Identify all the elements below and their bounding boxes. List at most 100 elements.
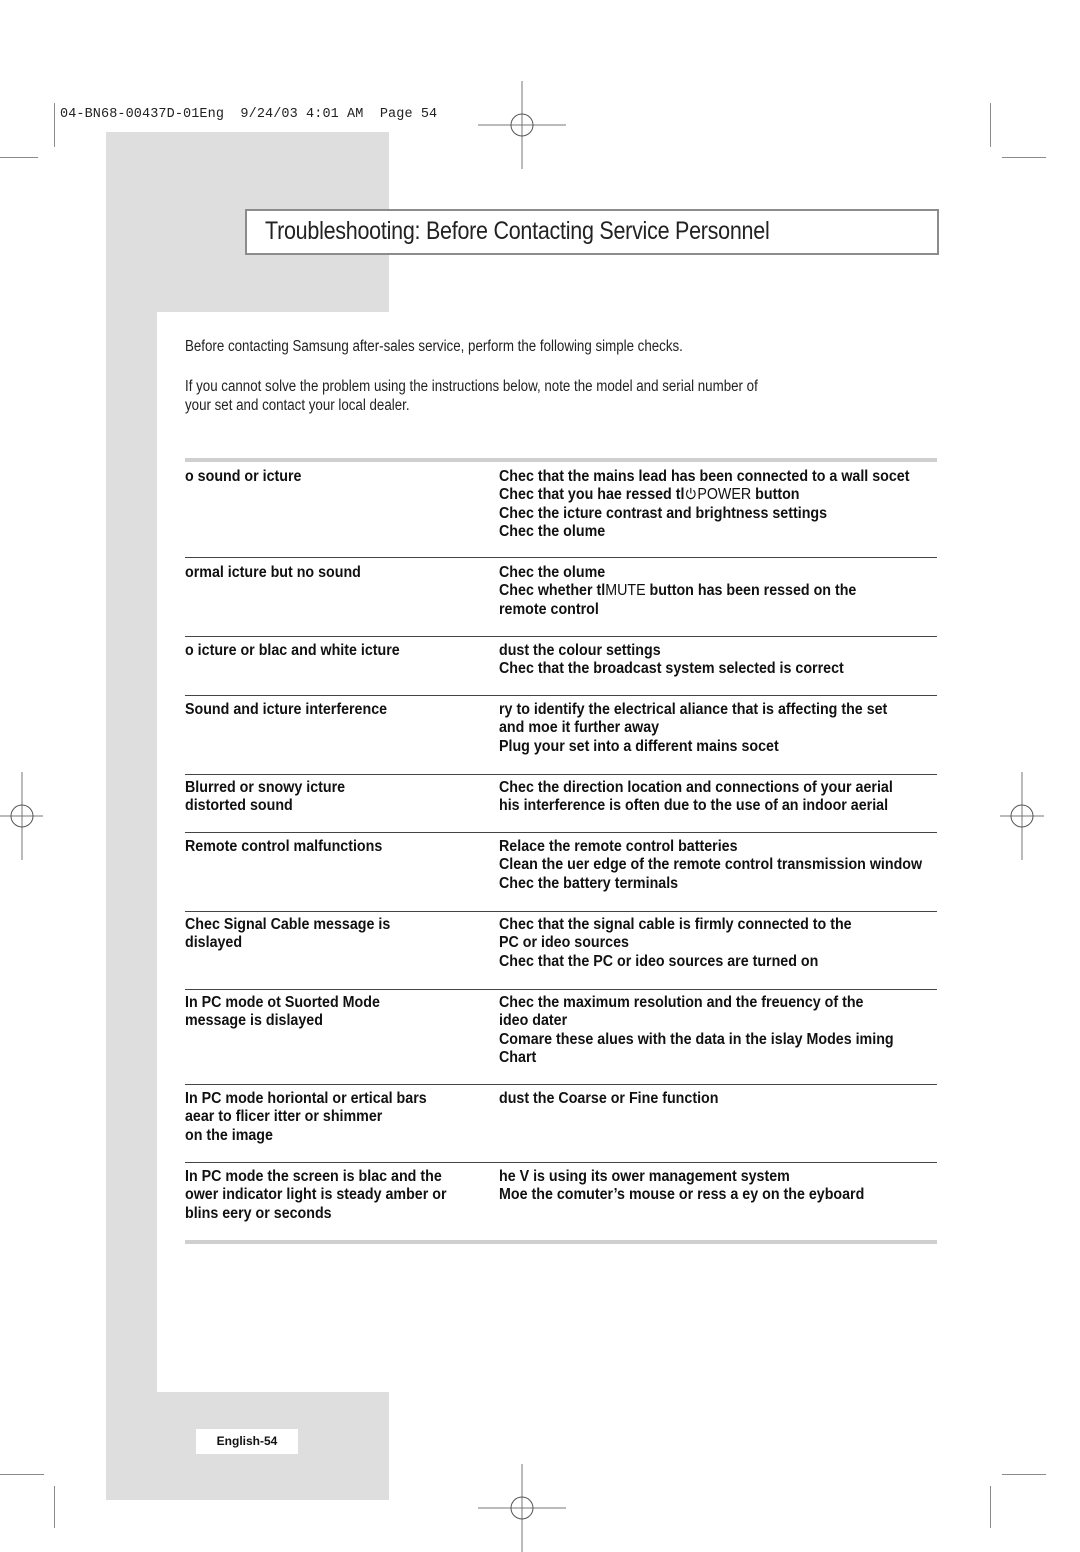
problem-cell: In PC mode horiontal or ertical bars aear…	[185, 1090, 427, 1145]
table-bottom-rule	[185, 1240, 937, 1244]
solution-text: Chec the olume	[499, 522, 606, 540]
solution-text: Chec that the PC or ideo sources are tur…	[499, 952, 819, 970]
problem-text: In PC mode the screen is blac and the	[185, 1168, 442, 1185]
intro-paragraph-2-line-2: your set and contact your local dealer.	[185, 397, 410, 414]
row-divider	[185, 832, 937, 833]
solution-cell: ry to identify the electrical aliance th…	[499, 701, 887, 756]
registration-mark-icon	[0, 772, 43, 860]
table-top-rule	[185, 458, 937, 462]
solution-text: Chec that the broadcast system selected …	[499, 660, 844, 678]
solution-text: Moe the comuter’s mouse or ress a ey on …	[499, 1186, 865, 1204]
problem-text: blins eery or seconds	[185, 1204, 332, 1222]
solution-text: dust the Coarse or Fine function	[499, 1090, 719, 1107]
row-divider	[185, 1084, 937, 1085]
solution-text: Chec the battery terminals	[499, 874, 679, 892]
page-number-label: English-54	[196, 1429, 298, 1454]
page-title-box: Troubleshooting: Before Contacting Servi…	[245, 209, 939, 255]
row-divider	[185, 557, 937, 558]
solution-text: dust the colour settings	[499, 642, 661, 659]
solution-text-part: Chec that you hae ressed tl	[499, 486, 685, 504]
row-divider	[185, 1162, 937, 1163]
solution-text: Relace the remote control batteries	[499, 838, 738, 855]
solution-text: Chec that the mains lead has been connec…	[499, 468, 910, 485]
solution-text: ry to identify the electrical aliance th…	[499, 701, 888, 718]
problem-cell: ormal icture but no sound	[185, 564, 361, 582]
solution-text: Chec the direction location and connecti…	[499, 779, 893, 796]
solution-text: Plug your set into a different mains soc…	[499, 737, 779, 755]
solution-text: Chec the maximum resolution and the freu…	[499, 994, 864, 1011]
crop-mark	[54, 103, 55, 147]
problem-cell: o icture or blac and white icture	[185, 642, 400, 660]
row-divider	[185, 695, 937, 696]
solution-text: Chec whether tlMUTE button has been ress…	[499, 582, 856, 600]
problem-cell: In PC mode the screen is blac and the owe…	[185, 1168, 447, 1223]
problem-text: distorted sound	[185, 797, 293, 815]
problem-text: message is dislayed	[185, 1012, 323, 1030]
button-name-text: POWER	[697, 486, 752, 504]
problem-text: o sound or icture	[185, 468, 302, 485]
crop-mark	[990, 1486, 991, 1528]
solution-text: Clean the uer edge of the remote control…	[499, 856, 923, 874]
problem-text: ower indicator light is steady amber or	[185, 1186, 447, 1204]
power-icon	[684, 487, 696, 500]
crop-mark	[54, 1486, 55, 1528]
problem-text: In PC mode horiontal or ertical bars	[185, 1090, 427, 1107]
solution-text: ideo dater	[499, 1012, 568, 1030]
solution-cell: dust the Coarse or Fine function	[499, 1090, 718, 1108]
solution-cell: Chec that the signal cable is firmly con…	[499, 916, 852, 971]
registration-mark-icon	[478, 1464, 566, 1552]
row-divider	[185, 989, 937, 990]
crop-mark	[1002, 1474, 1046, 1475]
registration-mark-icon	[1000, 772, 1044, 860]
solution-cell: Chec the olume Chec whether tlMUTE button…	[499, 564, 856, 619]
problem-cell: In PC mode ot Suorted Mode message is dis…	[185, 994, 380, 1031]
intro-paragraph-1: Before contacting Samsung after-sales se…	[185, 338, 683, 355]
problem-cell: o sound or icture	[185, 468, 301, 486]
solution-text: remote control	[499, 600, 599, 618]
solution-text-part: button has been ressed on the	[645, 582, 857, 600]
solution-text: Chec the olume	[499, 564, 606, 581]
problem-text: on the image	[185, 1126, 273, 1144]
solution-text: he V is using its ower management system	[499, 1168, 790, 1185]
problem-cell: Chec Signal Cable message is dislayed	[185, 916, 390, 953]
problem-text: Blurred or snowy icture	[185, 779, 346, 796]
solution-text: Comare these alues with the data in the …	[499, 1030, 894, 1048]
registration-mark-icon	[478, 81, 566, 169]
problem-text: In PC mode ot Suorted Mode	[185, 994, 380, 1011]
page-title: Troubleshooting: Before Contacting Servi…	[265, 217, 770, 245]
solution-text: Chec the icture contrast and brightness …	[499, 504, 828, 522]
crop-mark	[1002, 157, 1046, 158]
solution-text: PC or ideo sources	[499, 934, 629, 952]
solution-text: Chec that the signal cable is firmly con…	[499, 916, 852, 933]
row-divider	[185, 774, 937, 775]
solution-text-part: Chec whether tl	[499, 582, 606, 600]
solution-cell: Relace the remote control batteries Clean…	[499, 838, 922, 893]
solution-cell: Chec the direction location and connecti…	[499, 779, 893, 816]
problem-text: dislayed	[185, 934, 243, 952]
problem-cell: Sound and icture interference	[185, 701, 387, 719]
crop-mark	[0, 1474, 44, 1475]
problem-text: Remote control malfunctions	[185, 838, 383, 855]
intro-paragraph-2-line-1: If you cannot solve the problem using th…	[185, 378, 758, 395]
problem-cell: Remote control malfunctions	[185, 838, 382, 856]
row-divider	[185, 911, 937, 912]
solution-cell: he V is using its ower management system…	[499, 1168, 864, 1205]
crop-mark	[990, 103, 991, 147]
problem-text: aear to flicer itter or shimmer	[185, 1108, 383, 1126]
solution-text: Chart	[499, 1048, 537, 1066]
problem-text: ormal icture but no sound	[185, 564, 361, 581]
problem-cell: Blurred or snowy icture distorted sound	[185, 779, 345, 816]
solution-cell: dust the colour settings Chec that the br…	[499, 642, 844, 679]
solution-text: Chec that you hae ressed tl POWER button	[499, 486, 909, 504]
solution-text-part: button	[751, 486, 800, 504]
problem-text: Sound and icture interference	[185, 701, 388, 718]
solution-text: and moe it further away	[499, 719, 660, 737]
solution-text: his interference is often due to the use…	[499, 797, 889, 815]
button-name-text: MUTE	[605, 582, 646, 600]
row-divider	[185, 636, 937, 637]
crop-mark	[0, 157, 38, 158]
print-slug: 04-BN68-00437D-01Eng 9/24/03 4:01 AM Pag…	[60, 107, 438, 122]
solution-cell: Chec the maximum resolution and the freu…	[499, 994, 894, 1067]
problem-text: Chec Signal Cable message is	[185, 916, 391, 933]
solution-cell: Chec that the mains lead has been connec…	[499, 468, 909, 541]
